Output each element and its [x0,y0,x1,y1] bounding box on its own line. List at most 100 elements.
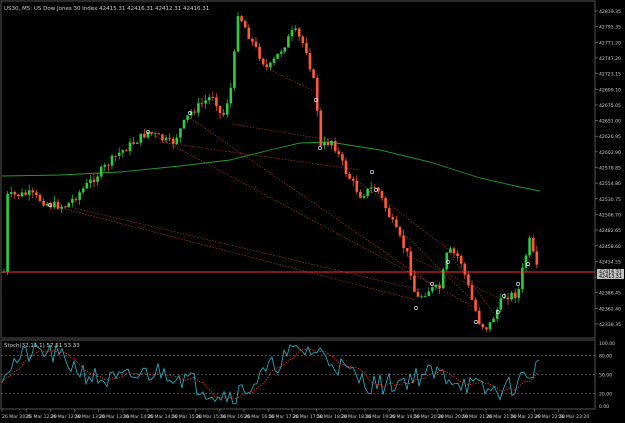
candle-body [344,160,348,175]
candle-body [272,58,276,63]
candle-body [398,227,402,236]
candle-body [146,131,150,138]
candle-body [513,292,517,298]
candle-body [35,192,38,195]
candle-body [24,192,27,195]
price-tick-label: 42506.70 [599,212,621,218]
candle-body [380,191,384,198]
candle-body [528,238,531,256]
candle-body [470,285,474,300]
price-tick-label: 42819.35 [599,9,621,15]
candle-body [63,206,67,208]
candle-body [405,248,409,252]
chart-background [0,0,625,423]
candle-body [330,140,333,146]
candle-body [218,105,222,113]
candle-body [431,287,434,292]
candle-body [449,248,452,253]
candle-body [341,154,344,161]
stoch-level-label: 20.00 [599,391,612,397]
candle-body [150,131,153,134]
candle-body [290,29,294,37]
candle-body [182,119,186,129]
candle-body [92,179,96,182]
candle-body [258,46,261,59]
candle-body [521,267,524,290]
candle-body [67,202,71,208]
stoch-level-label: 50.00 [599,373,612,379]
candle-body [333,140,337,152]
price-tick-label: 42530.75 [599,197,621,203]
candle-body [85,182,89,189]
stoch-level-label: 80.00 [599,354,612,360]
candle-body [143,133,146,138]
chart-canvas[interactable]: US30, M5: US Dow Jones 30 Index 42415.31… [0,0,625,423]
candle-body [366,188,369,197]
candle-body [233,51,236,88]
candle-body [125,150,128,152]
candle-body [283,47,287,52]
candle-body [117,152,121,156]
candle-body [294,28,297,30]
candle-body [103,164,107,167]
candle-body [243,21,247,28]
current-price-tag: 42416.31 42413.31 [597,269,624,280]
candle-body [27,190,31,195]
candle-body [459,256,463,264]
candle-body [287,36,290,48]
price-axis[interactable]: 42819.35 42795.35 42771.20 42747.20 42723.15… [595,9,621,328]
candle-body [308,53,312,70]
candle-body [297,28,301,37]
candle-body [535,251,539,265]
candle-body [204,100,207,104]
candle-body [157,133,161,135]
candle-body [139,133,143,143]
candle-body [481,323,485,328]
candle-body [53,201,56,208]
candle-body [279,51,283,54]
candle-body [9,192,13,194]
candle-body [362,196,366,198]
stoch-level-label: 0.00 [599,404,609,410]
candle-body [517,289,521,298]
candle-body [319,110,323,146]
candle-body [427,291,431,297]
candle-body [506,297,510,300]
candle-body [269,62,272,68]
candle-body [391,217,395,220]
candle-body [312,69,315,78]
candle-body [488,322,492,330]
price-tick-label: 42795.35 [599,25,621,31]
current-price-text-2: 42413.31 [599,274,622,280]
candle-body [225,103,229,115]
candle-body [107,164,110,166]
candle-body [6,193,9,272]
candle-body [96,176,99,182]
candle-body [197,103,200,113]
candle-body [81,188,85,193]
candle-body [323,142,326,146]
candle-body [153,133,157,135]
candle-body [247,27,251,40]
candle-body [89,179,92,183]
candle-body [60,206,63,209]
candle-body [31,190,35,193]
candle-body [168,137,171,139]
candle-body [416,291,420,297]
candle-body [499,298,503,310]
price-tick-label: 42458.60 [599,244,621,250]
candle-body [467,274,470,286]
candle-body [161,134,164,141]
candle-body [135,142,139,144]
candle-body [359,191,362,198]
candle-body [524,255,528,268]
candle-body [355,180,359,192]
candle-body [474,299,477,311]
price-tick-label: 42386.45 [599,291,621,297]
candle-body [78,192,81,200]
candle-body [251,39,254,42]
candle-body [17,194,20,197]
candle-body [434,284,438,288]
candle-body [215,97,218,106]
candle-body [326,142,330,146]
